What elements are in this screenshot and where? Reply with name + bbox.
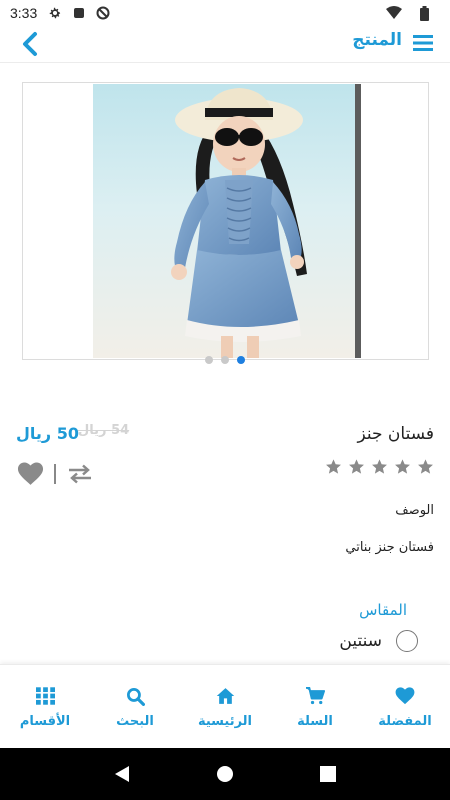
nav-search[interactable]: البحث <box>90 686 180 729</box>
heart-icon <box>395 686 415 706</box>
carousel-dot[interactable] <box>205 356 213 364</box>
product-screen: 3:33 المنتج فستان جنز 54 ريال 50 ريال ال… <box>0 0 450 800</box>
favorite-button[interactable] <box>16 460 44 488</box>
description-text: فستان جنز بناتي <box>345 540 434 555</box>
status-time: 3:33 <box>10 5 38 21</box>
star-icon <box>326 459 341 474</box>
action-separator <box>54 464 56 484</box>
status-bar: 3:33 <box>0 0 450 26</box>
page-title: المنتج <box>352 30 402 50</box>
size-option-2years[interactable]: سنتين <box>339 630 418 652</box>
recents-square-icon <box>320 766 337 782</box>
nav-label: الأقسام <box>19 714 71 729</box>
nav-favorites[interactable]: المفضلة <box>360 686 450 729</box>
star-icon <box>395 459 410 474</box>
nav-home[interactable]: الرئيسية <box>180 686 270 729</box>
description-label: الوصف <box>395 503 434 518</box>
nav-categories[interactable]: الأقسام <box>0 686 90 729</box>
product-name: فستان جنز <box>357 424 434 444</box>
bottom-navigation: المفضلة السلة الرئيسية البحث الأقسام <box>0 664 450 748</box>
data-saver-icon <box>95 5 111 21</box>
battery-icon <box>416 5 432 21</box>
system-home-button[interactable] <box>214 763 236 785</box>
product-actions <box>16 460 94 488</box>
status-right-icons <box>386 5 440 21</box>
menu-button[interactable] <box>412 32 434 54</box>
old-price: 54 ريال <box>78 423 130 438</box>
hamburger-menu-icon <box>413 35 433 51</box>
size-label: المقاس <box>359 601 407 619</box>
star-icon <box>418 459 433 474</box>
search-icon <box>125 686 145 706</box>
carousel-dot[interactable] <box>221 356 229 364</box>
product-photo <box>93 84 361 358</box>
nav-cart[interactable]: السلة <box>270 686 360 729</box>
system-navigation-bar <box>0 748 450 800</box>
size-radio[interactable] <box>396 630 418 652</box>
grid-icon <box>35 686 55 706</box>
app-bar-divider <box>0 62 450 63</box>
cart-icon <box>305 686 325 706</box>
compare-arrows-icon <box>69 464 91 484</box>
compare-button[interactable] <box>66 460 94 488</box>
nav-label: السلة <box>297 714 333 729</box>
back-button[interactable] <box>16 30 44 58</box>
size-option-label: سنتين <box>339 631 382 651</box>
nav-label: البحث <box>116 714 154 729</box>
stop-icon <box>71 5 87 21</box>
chevron-left-icon <box>23 32 37 56</box>
home-circle-icon <box>216 766 233 782</box>
rating-stars[interactable] <box>325 458 434 475</box>
home-icon <box>215 686 235 706</box>
product-price: 50 ريال <box>16 424 79 443</box>
star-icon <box>372 459 387 474</box>
carousel-dot-active[interactable] <box>237 356 245 364</box>
nav-label: المفضلة <box>378 714 432 729</box>
gear-icon <box>47 5 63 21</box>
heart-icon <box>17 462 43 485</box>
wifi-icon <box>386 5 402 21</box>
app-bar: المنتج <box>0 26 450 62</box>
carousel-dots <box>0 356 450 364</box>
nav-label: الرئيسية <box>197 714 253 729</box>
product-image-carousel[interactable] <box>22 82 429 360</box>
star-icon <box>349 459 364 474</box>
system-recents-button[interactable] <box>317 763 339 785</box>
back-triangle-icon <box>114 766 129 782</box>
system-back-button[interactable] <box>111 763 133 785</box>
